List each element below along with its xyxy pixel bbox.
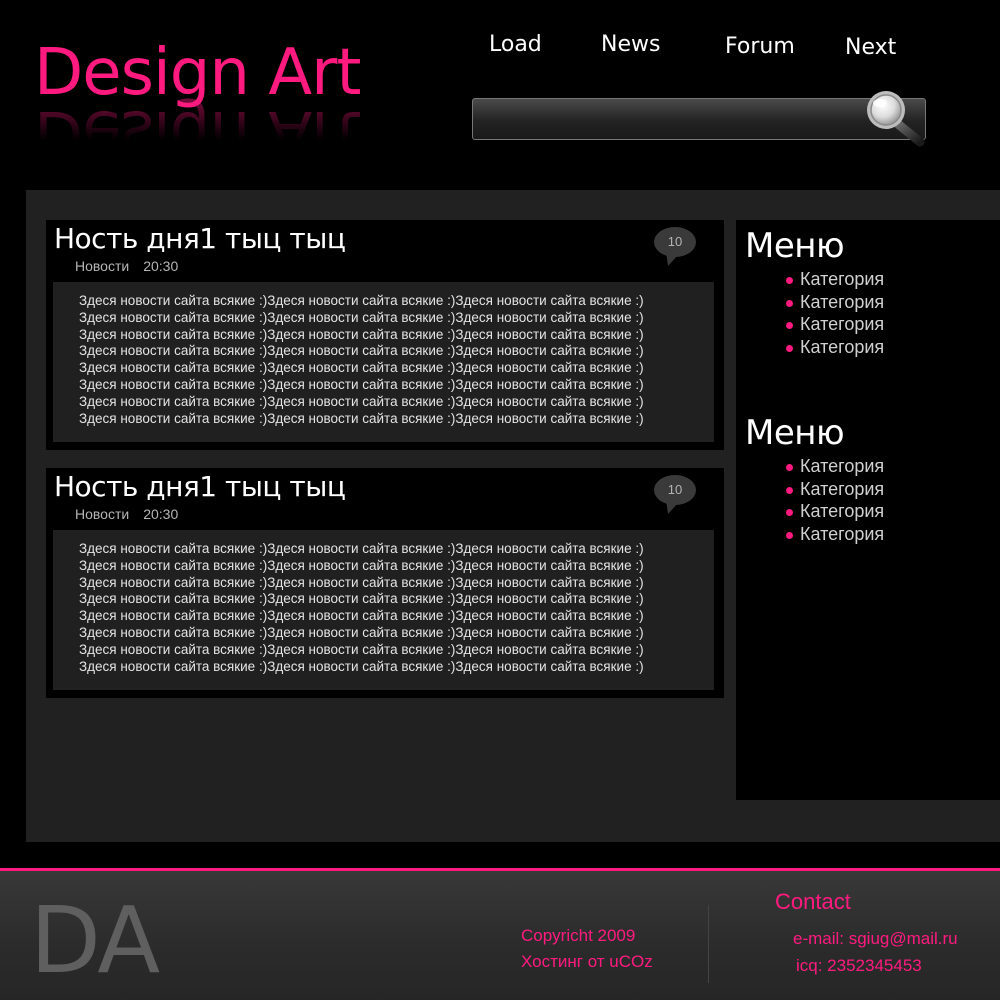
post-text-line: Здеся новости сайта всякие :)Здеся новос…	[79, 591, 644, 607]
menu-item-category[interactable]: Категория	[786, 268, 884, 291]
contact-email[interactable]: e-mail: sgiug@mail.ru	[793, 929, 958, 949]
post-text-line: Здеся новости сайта всякие :)Здеся новос…	[79, 608, 644, 624]
post-text-line: Здеся новости сайта всякие :)Здеся новос…	[79, 293, 644, 308]
nav-forum[interactable]: Forum	[725, 34, 795, 59]
menu-title: Меню	[745, 413, 845, 453]
post-text-line: Здеся новости сайта всякие :)Здеся новос…	[79, 309, 644, 325]
comments-badge[interactable]: 10	[654, 472, 698, 514]
nav-load[interactable]: Load	[489, 32, 542, 57]
post-text-line: Здеся новости сайта всякие :)Здеся новос…	[79, 557, 644, 573]
post-time: 20:30	[143, 258, 179, 274]
comments-count: 10	[667, 482, 683, 497]
post-text-line: Здеся новости сайта всякие :)Здеся новос…	[79, 326, 644, 342]
post-text-line: Здеся новости сайта всякие :)Здеся новос…	[79, 343, 644, 359]
post-text-line: Здеся новости сайта всякие :)Здеся новос…	[79, 658, 644, 674]
comments-badge[interactable]: 10	[654, 224, 698, 266]
nav-next[interactable]: Next	[845, 35, 896, 60]
post-meta: Новости 20:30	[75, 506, 178, 522]
menu-item-category[interactable]: Категория	[786, 336, 884, 359]
sidebar: Меню Категория Категория Категория Катег…	[736, 220, 1000, 800]
post-category[interactable]: Новости	[75, 506, 129, 522]
hosting-link[interactable]: Хостинг от uCOz	[521, 952, 653, 972]
post-body: Здеся новости сайта всякие :)Здеся новос…	[53, 530, 714, 690]
menu-item-category[interactable]: Категория	[786, 313, 884, 336]
site-logo-reflection: Design Art	[34, 96, 361, 170]
menu-item-category[interactable]: Категория	[786, 500, 884, 523]
post-category[interactable]: Новости	[75, 258, 129, 274]
menu-item-category[interactable]: Категория	[786, 291, 884, 314]
contact-title: Contact	[775, 889, 851, 914]
news-post: Ность дня1 тыц тыц Новости 20:30 10 Здеся…	[46, 220, 724, 450]
post-text-line: Здеся новости сайта всякие :)Здеся новос…	[79, 624, 644, 640]
post-title[interactable]: Ность дня1 тыц тыц	[54, 470, 346, 503]
comments-count: 10	[667, 234, 683, 249]
post-text-line: Здеся новости сайта всякие :)Здеся новос…	[79, 360, 644, 376]
post-text-line: Здеся новости сайта всякие :)Здеся новос…	[79, 393, 644, 409]
post-body: Здеся новости сайта всякие :)Здеся новос…	[53, 282, 714, 442]
contact-icq: icq: 2352345453	[796, 956, 922, 975]
news-post: Ность дня1 тыц тыц Новости 20:30 10 Здеся…	[46, 468, 724, 698]
footer-logo: DA	[30, 887, 160, 994]
search-box	[472, 98, 926, 140]
post-text-line: Здеся новости сайта всякие :)Здеся новос…	[79, 574, 644, 590]
nav-news[interactable]: News	[601, 32, 660, 57]
post-time: 20:30	[143, 506, 179, 522]
post-title[interactable]: Ность дня1 тыц тыц	[54, 222, 346, 255]
menu-list: Категория Категория Категория Категория	[786, 455, 884, 546]
search-icon[interactable]	[862, 88, 928, 148]
menu-list: Категория Категория Категория Категория	[786, 268, 884, 359]
footer-divider	[708, 905, 709, 983]
site-logo[interactable]: Design Art Design Art	[34, 36, 394, 170]
post-text-line: Здеся новости сайта всякие :)Здеся новос…	[79, 376, 644, 392]
post-text-line: Здеся новости сайта всякие :)Здеся новос…	[79, 410, 644, 426]
post-meta: Новости 20:30	[75, 258, 178, 274]
menu-item-category[interactable]: Категория	[786, 455, 884, 478]
menu-title: Меню	[745, 226, 845, 266]
post-text-line: Здеся новости сайта всякие :)Здеся новос…	[79, 541, 644, 556]
search-input[interactable]	[481, 107, 861, 133]
footer: DA Copyricht 2009 Хостинг от uCOz Contac…	[0, 868, 1000, 1000]
post-text-line: Здеся новости сайта всякие :)Здеся новос…	[79, 641, 644, 657]
menu-item-category[interactable]: Категория	[786, 478, 884, 501]
menu-item-category[interactable]: Категория	[786, 523, 884, 546]
copyright-text: Copyricht 2009	[521, 926, 636, 945]
